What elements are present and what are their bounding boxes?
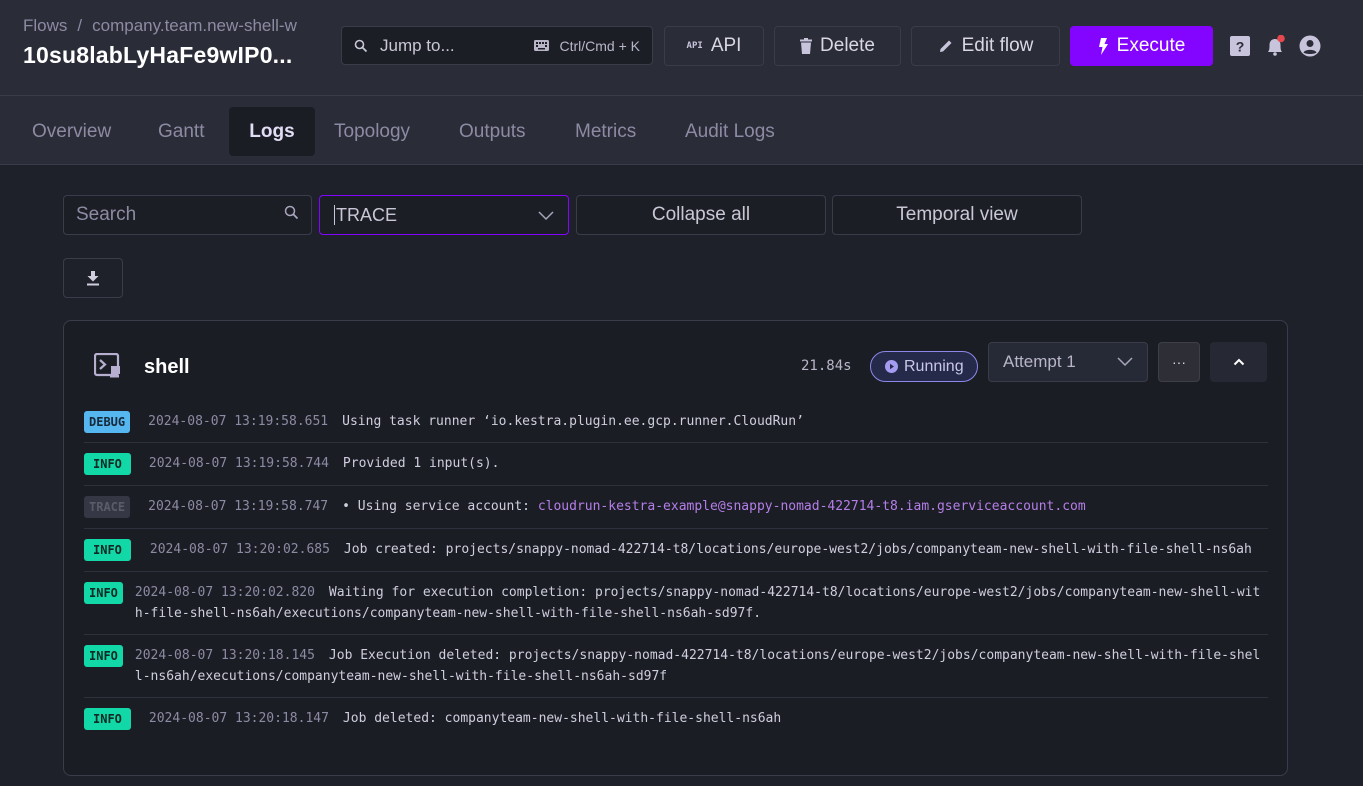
- pencil-icon: [938, 38, 954, 54]
- search-icon: [354, 39, 368, 52]
- tab-metrics[interactable]: Metrics: [562, 107, 649, 156]
- log-row: INFO 2024-08-07 13:20:18.147 Job deleted…: [84, 698, 1268, 740]
- log-row: INFO 2024-08-07 13:19:58.744 Provided 1 …: [84, 443, 1268, 486]
- lightning-icon: [1098, 37, 1109, 55]
- log-row: INFO 2024-08-07 13:20:02.820 Waiting for …: [84, 572, 1268, 635]
- log-level-badge: INFO: [84, 645, 123, 667]
- log-message-text: Job created: projects/snappy-nomad-42271…: [343, 542, 1252, 557]
- task-log-panel: shell 21.84s Running Attempt 1 ··· DEBUG…: [63, 320, 1288, 776]
- log-timestamp: 2024-08-07 13:20:02.685: [149, 542, 330, 557]
- log-row: DEBUG 2024-08-07 13:19:58.651 Using task…: [84, 401, 1268, 443]
- trash-icon: [800, 38, 813, 54]
- keyboard-icon: [534, 40, 550, 51]
- log-message: • Using service account: cloudrun-kestra…: [342, 496, 1268, 517]
- collapse-all-button[interactable]: Collapse all: [576, 195, 826, 235]
- help-icon[interactable]: ?: [1229, 35, 1251, 57]
- log-level-badge: INFO: [84, 539, 131, 561]
- svg-text:?: ?: [1236, 39, 1245, 55]
- log-message: 2024-08-07 13:20:02.685 Job created: proj…: [150, 539, 1268, 560]
- log-level-value: TRACE: [336, 204, 398, 225]
- execute-label: Execute: [1116, 35, 1186, 56]
- jump-placeholder: Jump to...: [380, 35, 455, 55]
- log-message: 2024-08-07 13:20:18.145 Job Execution del…: [135, 645, 1268, 687]
- chevron-up-icon: [1233, 358, 1244, 366]
- edit-flow-label: Edit flow: [961, 35, 1034, 56]
- log-row: INFO 2024-08-07 13:20:02.685 Job created:…: [84, 529, 1268, 572]
- breadcrumb: Flows / company.team.new-shell-w: [23, 16, 297, 36]
- text-cursor: [334, 205, 335, 225]
- terminal-icon: [94, 353, 120, 378]
- attempt-value: Attempt 1: [1003, 352, 1076, 371]
- status-label: Running: [904, 357, 964, 375]
- download-icon: [87, 270, 99, 285]
- delete-label: Delete: [820, 35, 875, 56]
- log-timestamp: 2024-08-07 13:19:58.744: [148, 456, 329, 471]
- log-message: 2024-08-07 13:20:02.820 Waiting for execu…: [135, 582, 1268, 624]
- temporal-view-button[interactable]: Temporal view: [832, 195, 1082, 235]
- jump-shortcut: Ctrl/Cmd + K: [534, 38, 640, 54]
- delete-button[interactable]: Delete: [774, 26, 901, 66]
- log-level-badge: INFO: [84, 582, 123, 604]
- breadcrumb-namespace[interactable]: company.team.new-shell-w: [92, 16, 297, 35]
- more-icon: ···: [1172, 354, 1186, 370]
- top-bar: Flows / company.team.new-shell-w 10su8labL…: [0, 0, 1363, 96]
- edit-flow-button[interactable]: Edit flow: [911, 26, 1060, 66]
- account-icon[interactable]: [1299, 35, 1321, 57]
- api-icon: API: [686, 41, 703, 51]
- attempt-select[interactable]: Attempt 1: [988, 342, 1148, 382]
- log-level-badge: INFO: [84, 708, 131, 730]
- download-button[interactable]: [63, 258, 123, 298]
- service-account-link[interactable]: cloudrun-kestra-example@snappy-nomad-422…: [538, 499, 1086, 514]
- log-timestamp: 2024-08-07 13:19:58.651: [148, 414, 329, 429]
- log-timestamp: 2024-08-07 13:20:18.145: [134, 648, 315, 663]
- search-input[interactable]: [76, 204, 266, 226]
- log-timestamp: 2024-08-07 13:19:58.747: [148, 499, 329, 514]
- log-timestamp: 2024-08-07 13:20:18.147: [148, 711, 329, 726]
- log-list: DEBUG 2024-08-07 13:19:58.651 Using task…: [84, 401, 1268, 740]
- tab-audit-logs[interactable]: Audit Logs: [672, 107, 788, 156]
- task-name: shell: [144, 356, 190, 378]
- page-title: 10su8labLyHaFe9wIP0...: [23, 42, 293, 68]
- log-timestamp: 2024-08-07 13:20:02.820: [134, 585, 315, 600]
- log-level-badge: DEBUG: [84, 411, 131, 433]
- log-search[interactable]: [63, 195, 312, 235]
- collapse-task-button[interactable]: [1210, 342, 1267, 382]
- search-icon: [284, 205, 299, 225]
- execute-button[interactable]: Execute: [1070, 26, 1213, 66]
- tab-topology[interactable]: Topology: [321, 107, 423, 156]
- chevron-down-icon: [1117, 352, 1133, 372]
- tab-gantt[interactable]: Gantt: [145, 107, 217, 156]
- more-options-button[interactable]: ···: [1158, 342, 1200, 382]
- log-level-badge: INFO: [84, 453, 131, 475]
- log-level-select[interactable]: TRACE: [319, 195, 569, 235]
- api-label: API: [710, 35, 742, 56]
- jump-to-search[interactable]: Jump to... Ctrl/Cmd + K: [341, 26, 653, 65]
- log-level-badge: TRACE: [84, 496, 131, 518]
- tab-bar: Overview Gantt Logs Topology Outputs Met…: [0, 96, 1363, 165]
- log-message: Provided 1 input(s).: [342, 456, 500, 471]
- bell-icon[interactable]: [1264, 35, 1286, 57]
- status-badge: Running: [870, 351, 978, 382]
- tab-logs[interactable]: Logs: [229, 107, 315, 156]
- log-message-text: • Using service account:: [342, 499, 538, 514]
- notification-dot: [1277, 35, 1285, 43]
- log-message: Using task runner ‘io.kestra.plugin.ee.g…: [342, 414, 804, 429]
- breadcrumb-separator: /: [77, 16, 83, 35]
- task-duration: 21.84s: [801, 358, 852, 374]
- play-circle-icon: [885, 360, 898, 373]
- breadcrumb-flows[interactable]: Flows: [23, 16, 67, 35]
- log-message: Job deleted: companyteam-new-shell-with-…: [342, 711, 782, 726]
- tab-outputs[interactable]: Outputs: [446, 107, 539, 156]
- api-button[interactable]: API API: [664, 26, 764, 66]
- tab-overview[interactable]: Overview: [19, 107, 124, 156]
- log-row: TRACE 2024-08-07 13:19:58.747 • Using se…: [84, 486, 1268, 529]
- shortcut-text: Ctrl/Cmd + K: [559, 37, 640, 54]
- log-row: INFO 2024-08-07 13:20:18.145 Job Executio…: [84, 635, 1268, 698]
- chevron-down-icon: [538, 205, 554, 226]
